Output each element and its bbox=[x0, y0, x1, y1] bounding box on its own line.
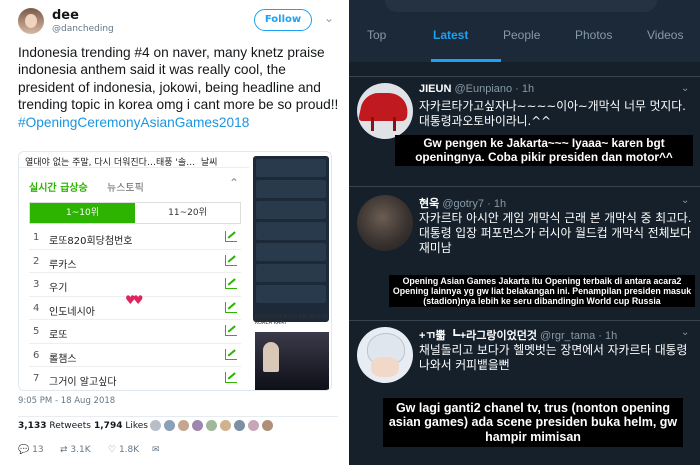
avatar[interactable] bbox=[18, 8, 44, 34]
naver-trending-screenshot: 열대야 없는 주말, 다시 더워진다…태풍 '솔… 날씨 실시간 급상승 뉴스토… bbox=[19, 152, 249, 390]
rank-range-toggle: 1~10위 11~20위 bbox=[29, 202, 241, 224]
graph-icon bbox=[225, 231, 237, 242]
reply-icon: 💬 bbox=[18, 445, 30, 455]
result-tweet[interactable]: JIEUN @Eunpiano · 1h ⌄ 자카르타가고싶자나~~~~이아~개… bbox=[349, 76, 700, 180]
tweet-body: 채널돌리고 보다가 헬멧벗는 장면에서 자카르타 대통령나와서 커피뱉을뻔 bbox=[419, 343, 688, 372]
list-item: 6 롤챔스 bbox=[29, 344, 241, 367]
engagement-stats: 3,133 Retweets 1,794 Likes bbox=[18, 416, 338, 434]
list-item: 1 로또820회당첨번호 bbox=[29, 226, 241, 250]
retweet-stat[interactable]: 3,133 Retweets bbox=[18, 421, 91, 431]
tweet-header: dee @dancheding Follow ⌄ bbox=[18, 8, 338, 40]
chevron-down-icon[interactable]: ⌄ bbox=[324, 11, 334, 25]
tweet-body: 자카르타가고싶자나~~~~이아~개막식 너무 멋지다. 대통령과오토바이라니.^… bbox=[419, 99, 686, 128]
hashtag-link[interactable]: #OpeningCeremonyAsianGames2018 bbox=[18, 114, 344, 131]
naver-tabs: 실시간 급상승 뉴스토픽 ⌃ bbox=[19, 176, 249, 196]
graph-icon bbox=[225, 301, 237, 313]
tab-latest[interactable]: Latest bbox=[433, 28, 468, 42]
active-tab-indicator bbox=[431, 59, 501, 62]
list-item: 4 인도네시아 ♥♥ bbox=[29, 293, 241, 320]
tweet-author[interactable]: JIEUN @Eunpiano · 1h bbox=[419, 83, 534, 95]
reply-button[interactable]: 💬 13 bbox=[18, 445, 44, 455]
tweet-body: Indonesia trending #4 on naver, many kne… bbox=[18, 45, 339, 113]
phone-caption: PERSONAS HOLA EN SEKILAS KOREA KAMI bbox=[255, 314, 329, 326]
retweet-icon: ⇄ bbox=[60, 445, 68, 455]
translation-caption: Gw pengen ke Jakarta~~~ Iyaaa~ karen bgt… bbox=[395, 135, 693, 167]
graph-icon bbox=[225, 348, 237, 360]
hearts-icon: ♥♥ bbox=[125, 292, 143, 307]
phone-screenshot bbox=[253, 156, 329, 322]
list-item: 2 루카스 bbox=[29, 250, 241, 273]
avatar[interactable] bbox=[357, 327, 413, 383]
graph-icon bbox=[225, 325, 237, 336]
retweet-button[interactable]: ⇄ 3.1K bbox=[60, 445, 91, 455]
avatar[interactable] bbox=[357, 83, 413, 139]
tab-top[interactable]: Top bbox=[367, 28, 386, 42]
timestamp[interactable]: 9:05 PM - 18 Aug 2018 bbox=[18, 396, 115, 406]
like-icon: ♡ bbox=[108, 445, 117, 455]
translation-caption: Opening Asian Games Jakarta itu Opening … bbox=[389, 275, 695, 308]
list-item: 5 로또 bbox=[29, 320, 241, 344]
tweet-author[interactable]: +ㄲ뿗 ┗+라그랑이었던것 @rgr_tama · 1h bbox=[419, 327, 617, 343]
tab-photos[interactable]: Photos bbox=[575, 28, 612, 42]
trending-list: 1 로또820회당첨번호 2 루카스 3 우기 4 인도네시아 ♥♥ 5 로또 6 롤챔스 7… bbox=[29, 226, 241, 390]
tab-newstopic: 뉴스토픽 bbox=[107, 183, 144, 194]
like-stat[interactable]: 1,794 Likes bbox=[94, 421, 148, 431]
follow-button[interactable]: Follow bbox=[254, 9, 312, 31]
chevron-up-icon: ⌃ bbox=[229, 176, 240, 190]
tweet-body: 자카르타 아시안 게임 개막식 근래 본 개막식 중 최고다. 대통령 입장 퍼… bbox=[419, 211, 692, 255]
range-1-10: 1~10위 bbox=[30, 203, 135, 223]
left-tweet-panel: dee @dancheding Follow ⌄ Indonesia trend… bbox=[0, 0, 349, 465]
liker-avatars bbox=[150, 420, 276, 434]
user-handle[interactable]: @dancheding bbox=[52, 24, 114, 34]
search-header: Top Latest People Photos Videos bbox=[349, 0, 700, 62]
translation-caption: Gw lagi ganti2 chanel tv, trus (nonton o… bbox=[383, 398, 683, 448]
result-tweet[interactable]: 현욱 @gotry7 · 1h ⌄ 자카르타 아시안 게임 개막식 근래 본 개… bbox=[349, 186, 700, 316]
like-button[interactable]: ♡ 1.8K bbox=[108, 445, 139, 455]
tab-people[interactable]: People bbox=[503, 28, 540, 42]
tweet-media[interactable]: 열대야 없는 주말, 다시 더워진다…태풍 '솔… 날씨 실시간 급상승 뉴스토… bbox=[18, 151, 332, 391]
tab-realtime: 실시간 급상승 bbox=[29, 183, 88, 194]
tab-videos[interactable]: Videos bbox=[647, 28, 683, 42]
display-name[interactable]: dee bbox=[52, 8, 79, 23]
range-11-20: 11~20위 bbox=[135, 203, 240, 223]
avatar[interactable] bbox=[357, 195, 413, 251]
chevron-down-icon[interactable]: ⌄ bbox=[681, 327, 689, 338]
graph-icon bbox=[225, 278, 237, 289]
naver-headline-strip: 열대야 없는 주말, 다시 더워진다…태풍 '솔… 날씨 bbox=[19, 152, 249, 168]
tweet-author[interactable]: 현욱 @gotry7 · 1h bbox=[419, 195, 506, 211]
tweet-text: Indonesia trending #4 on naver, many kne… bbox=[18, 44, 344, 131]
chevron-down-icon[interactable]: ⌄ bbox=[681, 195, 689, 206]
chevron-down-icon[interactable]: ⌄ bbox=[681, 83, 689, 94]
message-icon[interactable]: ✉ bbox=[152, 445, 160, 455]
president-photo bbox=[255, 332, 329, 390]
graph-icon bbox=[225, 372, 237, 383]
search-results-panel: Top Latest People Photos Videos JIEUN @E… bbox=[349, 0, 700, 465]
list-item: 7 그거이 알고싶다 bbox=[29, 367, 241, 390]
graph-icon bbox=[225, 254, 237, 266]
search-bar[interactable] bbox=[385, 0, 657, 12]
